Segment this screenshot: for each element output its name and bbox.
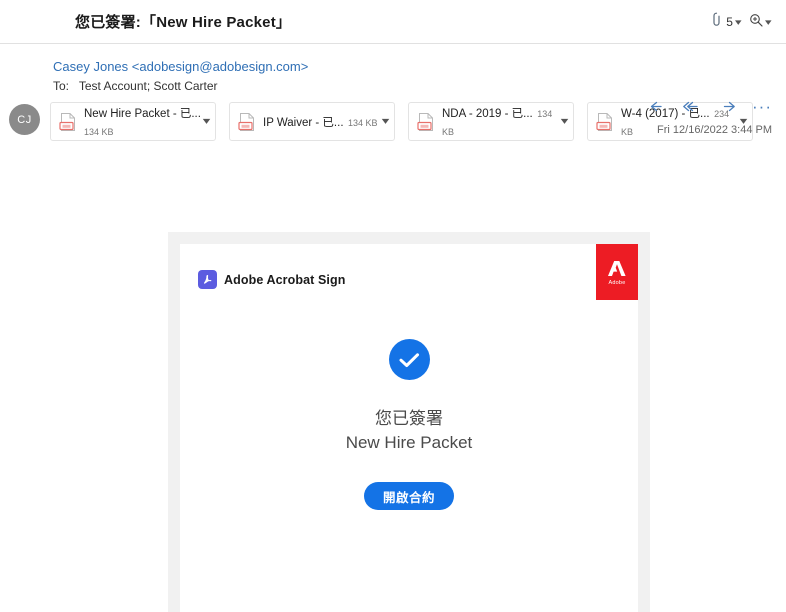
attachment-text: IP Waiver - 已... 134 KB [263,113,379,131]
chevron-down-icon[interactable]: ▾ [740,116,748,127]
email-body: Adobe Acrobat Sign Adobe 您已簽署 New Hire P… [0,141,786,612]
adobe-logo-badge: Adobe [596,244,638,300]
pdf-file-icon [417,112,435,132]
sender-row: Casey Jones <adobesign@adobesign.com> [53,58,774,75]
attachment-count: 5 [726,15,733,29]
adobe-wordmark: Adobe [608,279,626,286]
attachment-size: 134 KB [347,117,378,128]
message-actions: ··· [650,98,772,115]
attachment-text: New Hire Packet - 已... 134 KB [84,104,200,140]
acrobat-logo-icon [198,270,217,289]
more-actions-icon[interactable]: ··· [752,98,772,115]
brand-title: Adobe Acrobat Sign [224,272,346,287]
sender-name[interactable]: Casey Jones [53,59,128,74]
chevron-down-icon[interactable]: ▾ [203,116,211,127]
attachment-name: IP Waiver - 已... [263,116,344,129]
open-agreement-button[interactable]: 開啟合約 [363,482,454,510]
to-label: To: [53,79,70,93]
page-title: 您已簽署:「New Hire Packet」 [75,14,292,31]
chevron-down-icon[interactable]: ▾ [382,116,390,127]
check-circle-icon [388,339,430,380]
subject-bar: 您已簽署:「New Hire Packet」 5 ▾ ▾ [0,0,786,44]
adobe-sign-card: Adobe Acrobat Sign Adobe 您已簽署 New Hire P… [180,244,638,612]
attachment-chip[interactable]: NDA - 2019 - 已... 134 KB ▾ [408,102,574,141]
message-header: CJ Casey Jones <adobesign@adobesign.com>… [0,44,786,136]
attachment-name: New Hire Packet - 已... [84,107,200,120]
card-body: 您已簽署 New Hire Packet 開啟合約 [180,314,638,510]
attachment-text: NDA - 2019 - 已... 134 KB [442,104,558,140]
status-message: 您已簽署 [375,409,443,428]
attachment-chip[interactable]: IP Waiver - 已... 134 KB ▾ [229,102,395,141]
reply-all-icon[interactable] [683,100,703,114]
attachment-name: NDA - 2019 - 已... [442,107,533,120]
chevron-down-icon[interactable]: ▾ [561,116,569,127]
subject-toolbar: 5 ▾ ▾ [707,0,774,44]
forward-icon[interactable] [719,100,736,114]
chevron-down-icon-zoom[interactable]: ▾ [765,17,772,27]
brand-lockup: Adobe Acrobat Sign [198,270,345,289]
pdf-file-icon [596,112,614,132]
chevron-down-icon[interactable]: ▾ [735,17,742,27]
adobe-a-icon [608,260,626,276]
attachment-count-control[interactable]: 5 ▾ [707,10,743,34]
pdf-file-icon [238,112,256,132]
attachment-size: 134 KB [84,126,114,137]
card-header: Adobe Acrobat Sign Adobe [180,244,638,314]
paperclip-icon [710,12,723,32]
recipient-list[interactable]: Test Account; Scott Carter [79,79,218,93]
zoom-control[interactable]: ▾ [746,11,774,34]
document-name: New Hire Packet [345,433,473,452]
pdf-file-icon [59,112,77,132]
reply-icon[interactable] [650,100,667,114]
recipient-row: To: Test Account; Scott Carter [53,78,774,94]
sender-email[interactable]: <adobesign@adobesign.com> [132,59,309,74]
message-date: Fri 12/16/2022 3:44 PM [657,124,772,136]
magnifier-plus-icon [749,13,764,32]
adobe-sign-email-frame: Adobe Acrobat Sign Adobe 您已簽署 New Hire P… [168,232,650,612]
sender-info: Casey Jones <adobesign@adobesign.com> To… [53,58,774,94]
attachment-chip[interactable]: New Hire Packet - 已... 134 KB ▾ [50,102,216,141]
avatar: CJ [9,104,40,135]
